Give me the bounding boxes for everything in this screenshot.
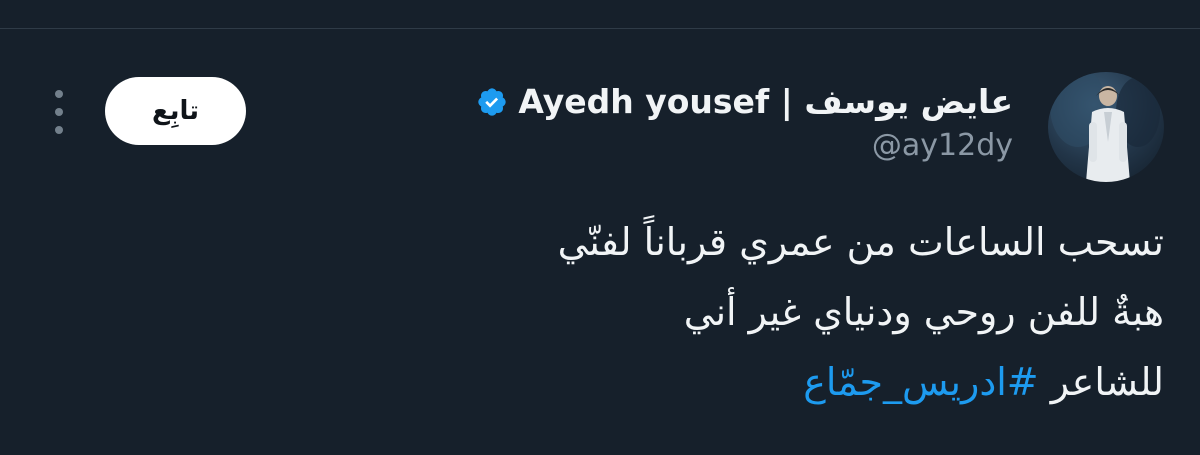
tweet-line-1: تسحب الساعات من عمري قرباناً لفنّي	[557, 220, 1164, 264]
divider	[0, 28, 1200, 29]
tweet-text: تسحب الساعات من عمري قرباناً لفنّي هبةٌ …	[164, 210, 1164, 420]
author-handle[interactable]: @ay12dy	[872, 126, 1013, 166]
follow-button[interactable]: تابِع	[105, 77, 246, 145]
verified-badge-icon	[476, 86, 508, 118]
author-display-name[interactable]: عايض يوسف | Ayedh yousef	[518, 80, 1013, 124]
avatar[interactable]	[1048, 72, 1164, 182]
more-dot	[55, 108, 63, 116]
more-dot	[55, 126, 63, 134]
tweet-line-2: هبةٌ للفن روحي ودنياي غير أني	[683, 290, 1164, 334]
tweet-card: عايض يوسف | Ayedh yousef @ay12dy تابِع ت…	[0, 0, 1200, 455]
more-vertical-icon[interactable]	[45, 90, 73, 134]
tweet-line-3-prefix: للشاعر	[1038, 360, 1164, 404]
author-name-row[interactable]: عايض يوسف | Ayedh yousef	[476, 80, 1013, 124]
more-dot	[55, 90, 63, 98]
hashtag-link[interactable]: #ادريس_جمّاع	[803, 360, 1038, 404]
tweet-line-3: للشاعر #ادريس_جمّاع	[164, 350, 1164, 420]
